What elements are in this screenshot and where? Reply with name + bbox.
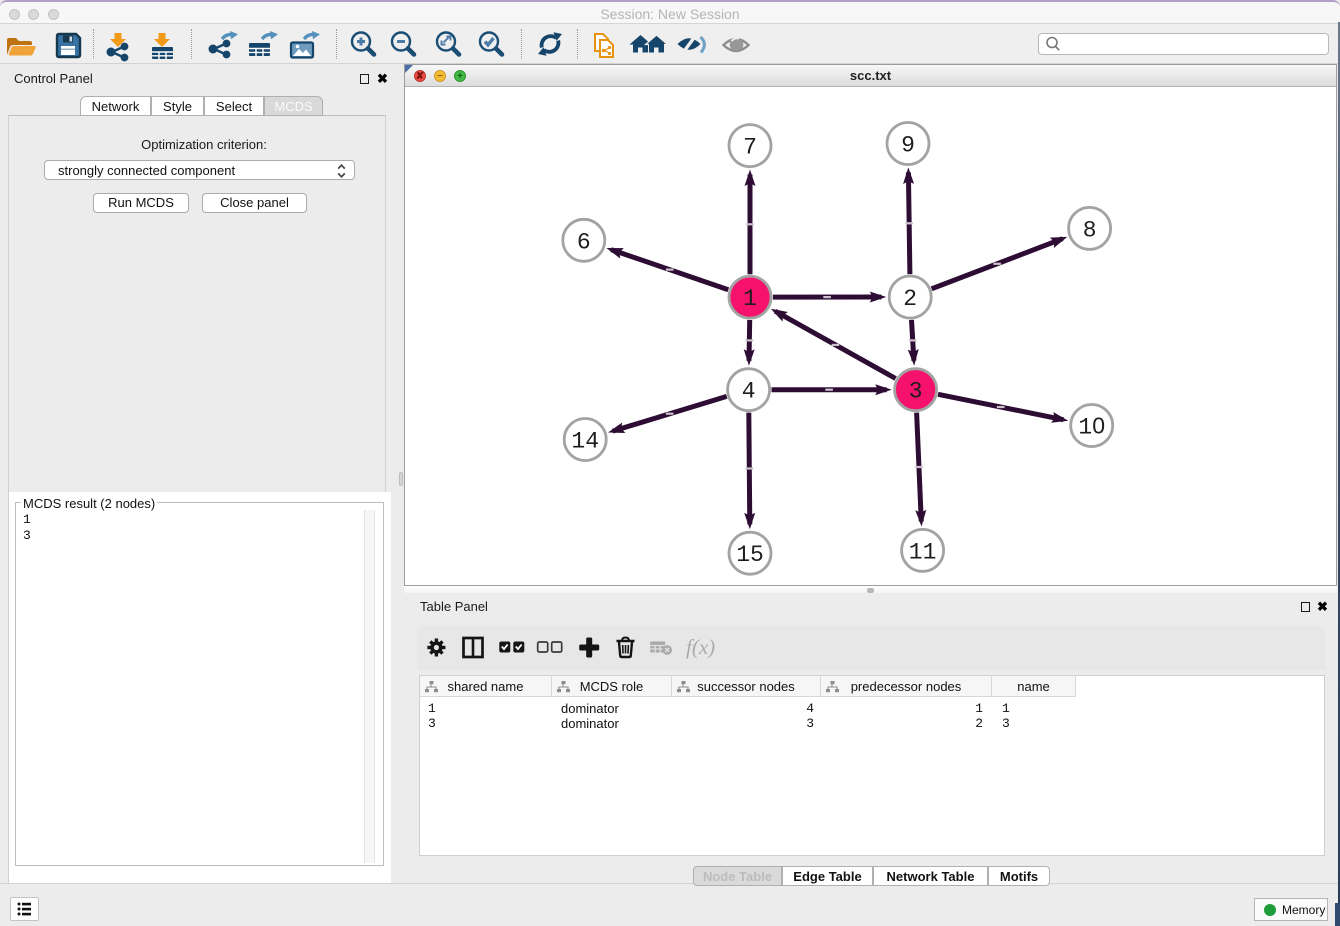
svg-text:4: 4 [742, 379, 756, 405]
svg-text:6: 6 [577, 229, 591, 255]
svg-text:1: 1 [743, 286, 757, 312]
svg-text:8: 8 [1083, 217, 1097, 243]
svg-text:15: 15 [736, 542, 764, 568]
svg-text:f(x): f(x) [686, 635, 715, 659]
svg-text:9: 9 [901, 133, 915, 159]
svg-text:14: 14 [571, 429, 599, 455]
svg-text:3: 3 [909, 379, 923, 405]
svg-text:2: 2 [903, 286, 917, 312]
svg-text:11: 11 [909, 539, 937, 565]
svg-text:7: 7 [743, 135, 757, 161]
svg-text:10: 10 [1078, 413, 1105, 441]
